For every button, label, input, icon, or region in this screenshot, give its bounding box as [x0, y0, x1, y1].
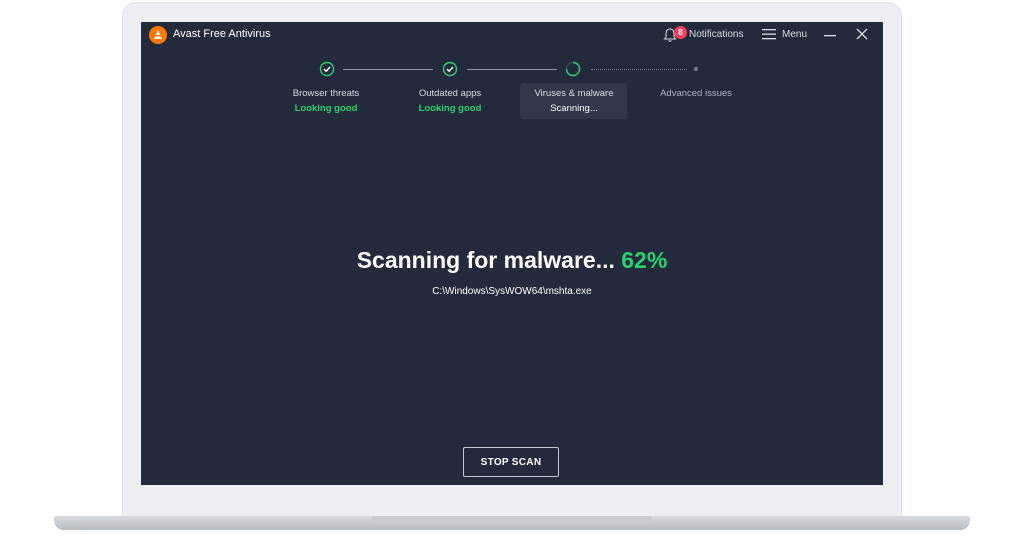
- step-label-advanced-issues: Advanced issues: [660, 88, 732, 99]
- avast-logo-icon: [149, 26, 167, 44]
- laptop-notch: [372, 516, 652, 522]
- step-4-pending-dot-icon: [693, 66, 699, 72]
- notification-count-badge: 8: [674, 26, 687, 39]
- step-label-browser-threats: Browser threats: [292, 88, 360, 99]
- minimize-icon: [824, 35, 836, 37]
- step-3-spinner-icon: [565, 61, 581, 77]
- step-1-check-icon: [319, 61, 335, 77]
- step-connector: [467, 69, 557, 70]
- step-status-viruses-malware: Scanning...: [550, 103, 598, 114]
- step-connector-pending: [591, 69, 687, 70]
- step-status-outdated-apps: Looking good: [418, 103, 482, 114]
- app-window: Avast Free Antivirus 8 Notifications Men…: [141, 22, 883, 485]
- hamburger-menu-icon: [762, 29, 776, 40]
- step-status-browser-threats: Looking good: [294, 103, 358, 114]
- minimize-button[interactable]: [823, 28, 837, 42]
- title-bar: Avast Free Antivirus 8 Notifications Men…: [141, 22, 883, 48]
- stop-scan-button[interactable]: STOP SCAN: [463, 447, 559, 477]
- scan-steps-track: [141, 58, 883, 78]
- step-connector: [343, 69, 433, 70]
- scan-headline-text: Scanning for malware...: [356, 247, 615, 273]
- step-label-viruses-malware: Viruses & malware: [534, 88, 614, 99]
- current-file-path: C:\Windows\SysWOW64\mshta.exe: [432, 286, 592, 297]
- scan-percent: 62%: [621, 247, 668, 273]
- notifications-label: Notifications: [689, 29, 744, 40]
- app-title: Avast Free Antivirus: [173, 28, 271, 40]
- scan-headline: Scanning for malware... 62%: [141, 247, 883, 274]
- close-button[interactable]: [855, 27, 869, 41]
- close-icon: [856, 28, 868, 40]
- menu-label: Menu: [782, 29, 808, 40]
- step-2-check-icon: [442, 61, 458, 77]
- step-label-outdated-apps: Outdated apps: [418, 88, 482, 99]
